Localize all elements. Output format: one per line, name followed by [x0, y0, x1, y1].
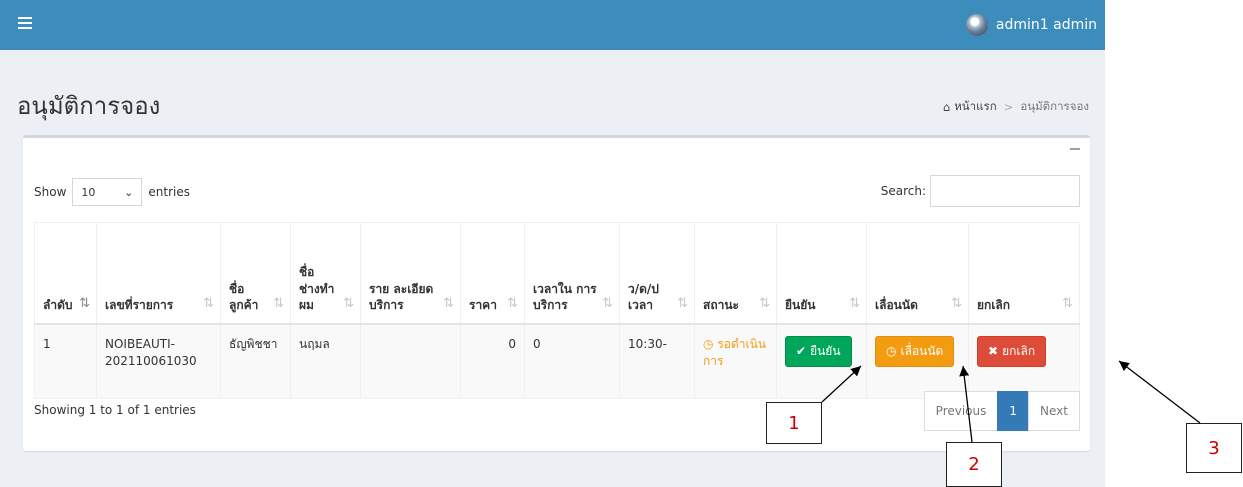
annotation-arrow-1 [821, 365, 862, 403]
annotation-arrow-3 [1118, 360, 1201, 424]
annotation-label-3: 3 [1186, 423, 1242, 473]
annotation-arrows [821, 360, 1201, 443]
annotation-arrow-2 [959, 365, 973, 443]
annotation-label-2: 2 [946, 442, 1002, 487]
annotation-label-1: 1 [766, 402, 822, 444]
